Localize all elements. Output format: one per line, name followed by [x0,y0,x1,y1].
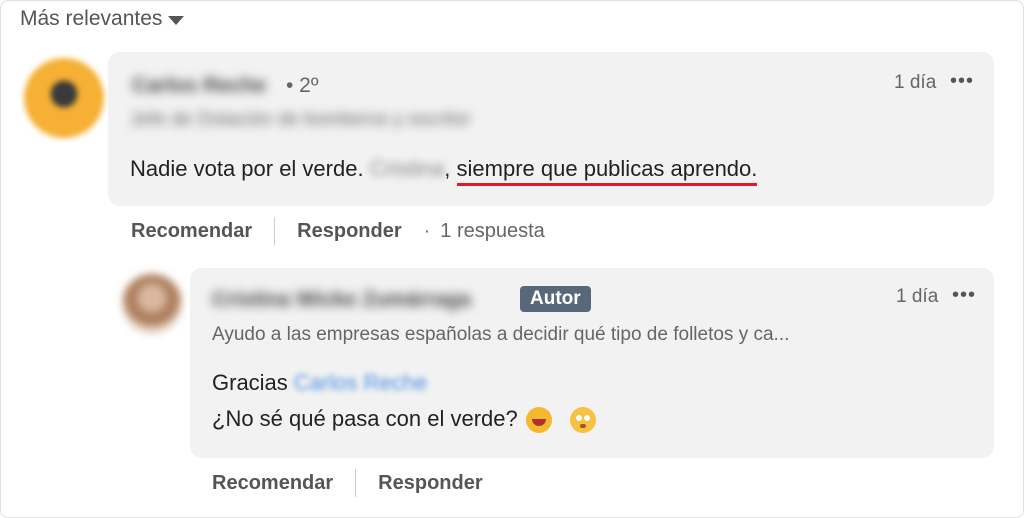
reply-bubble: Cristina Wicke Zumárraga Autor Ayudo a l… [190,268,994,458]
caret-down-icon [168,15,185,25]
comment-time: 1 día [894,72,937,93]
more-options-icon[interactable]: ••• [952,284,976,307]
comment-bubble: Carlos Reche • 2º Jefe de Dotación de bo… [108,52,994,206]
author-headline: Jefe de Dotación de bomberos y escritor [130,109,472,130]
separator-dot: · [423,219,431,242]
reply-button[interactable]: Responder [378,472,482,495]
comment-actions: Recomendar Responder · 1 respuesta [131,217,545,245]
divider [274,217,276,245]
underlined-text: siempre que publicas aprendo. [456,156,758,186]
comment-text: Nadie vota por el verde. Cristina, siemp… [130,156,758,186]
like-button[interactable]: Recomendar [212,472,333,495]
mention-link[interactable]: Carlos Reche [294,370,427,396]
author-name[interactable]: Carlos Reche [132,74,266,98]
author-badge: Autor [520,286,591,312]
laughing-emoji-icon [525,407,552,434]
more-options-icon[interactable]: ••• [950,70,974,93]
sort-dropdown[interactable]: Más relevantes [20,7,185,31]
replies-count[interactable]: 1 respuesta [440,220,545,243]
author-name[interactable]: Cristina Wicke Zumárraga [212,288,471,312]
mention-link[interactable]: Cristina [370,156,445,182]
divider [355,469,357,497]
reply-button[interactable]: Responder [297,220,401,243]
reply-text-line-2: ¿No sé qué pasa con el verde? [212,406,596,434]
thinking-emoji-icon [569,407,596,434]
avatar[interactable] [24,58,104,138]
comment-time: 1 día [896,286,939,307]
like-button[interactable]: Recomendar [131,220,252,243]
sort-label: Más relevantes [20,7,163,30]
reply-text-line-1: Gracias Carlos Reche [212,370,428,396]
author-headline: Ayudo a las empresas españolas a decidir… [212,324,790,345]
avatar[interactable] [122,274,182,334]
connection-degree: • 2º [286,74,319,97]
reply-actions: Recomendar Responder [212,469,483,497]
